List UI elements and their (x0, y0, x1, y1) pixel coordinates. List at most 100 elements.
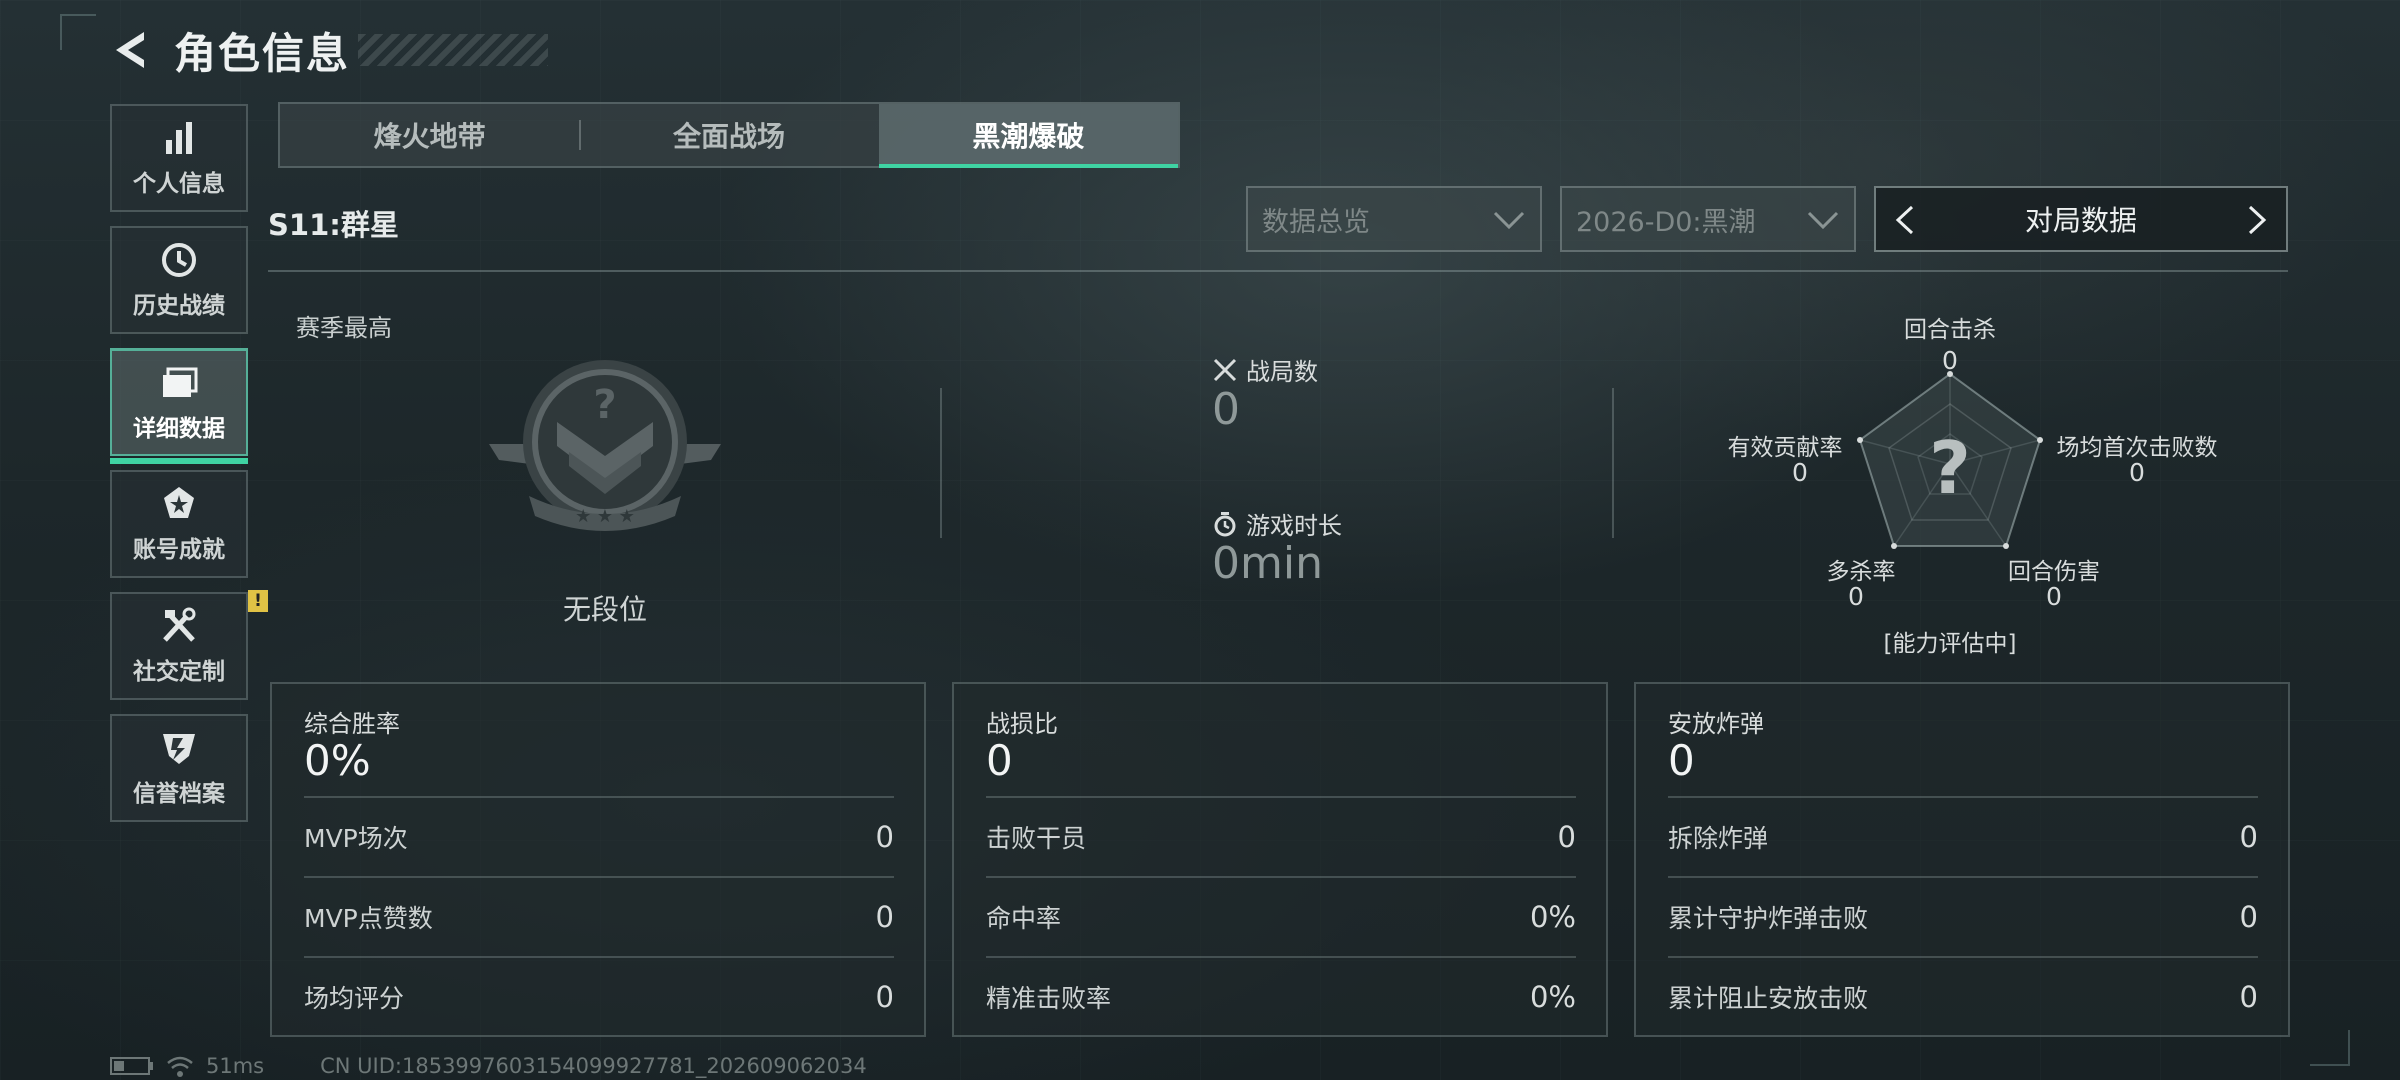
user-uid: CN UID:1853997603154099927781_2026090620… (320, 1054, 867, 1078)
crossed-swords-icon (1213, 358, 1237, 381)
stat-row-label: 场均评分 (304, 984, 405, 1013)
tab-black-tide-demolition[interactable]: 黑潮爆破 (878, 104, 1179, 168)
card-main-value: 0 (1668, 736, 1695, 785)
frame-corner-top-left (60, 14, 96, 50)
stats-card-bomb-plant: 安放炸弹 0 拆除炸弹 0 累计守护炸弹击败 0 累计阻止安放击败 0 (1634, 682, 2290, 1037)
stat-row: 累计守护炸弹击败 0 (1668, 876, 2258, 956)
stat-row-label: 精准击败率 (986, 984, 1112, 1013)
stats-card-kd-ratio: 战损比 0 击败干员 0 命中率 0% 精准击败率 0% (952, 682, 1608, 1037)
season-mode-dropdown[interactable]: 2026-D0:黑潮 (1560, 186, 1856, 252)
tab-beacon-zone[interactable]: 烽火地带 (280, 104, 579, 166)
chevron-right-icon[interactable] (2242, 204, 2272, 236)
radar-label-contribution: 有效贡献率 (1727, 435, 1843, 461)
stat-row-label: 累计阻止安放击败 (1668, 984, 1869, 1013)
sidebar: 个人信息 历史战绩 详细数据 账号成就 社交定制 ! 信誉档案 (110, 104, 268, 836)
stat-row-label: MVP场次 (304, 824, 408, 853)
svg-text:★ ★ ★: ★ ★ ★ (575, 506, 635, 527)
radar-label-round-damage: 回合伤害 (2008, 559, 2100, 585)
sidebar-item-detailed-data[interactable]: 详细数据 (110, 348, 248, 464)
sidebar-item-credit[interactable]: 信誉档案 (110, 714, 248, 822)
stat-row-value: 0 (1557, 820, 1576, 854)
data-overview-dropdown[interactable]: 数据总览 (1246, 186, 1542, 252)
data-type-pager: 对局数据 (1874, 186, 2288, 252)
bar-chart-icon (166, 122, 192, 154)
stat-row-value: 0 (2239, 820, 2258, 854)
title-decoration (358, 34, 549, 66)
sidebar-item-label: 详细数据 (133, 415, 225, 442)
achievement-badge-icon (164, 487, 194, 518)
sidebar-item-label: 个人信息 (133, 171, 225, 197)
playtime-value: 0min (1212, 538, 1323, 589)
column-divider (940, 388, 942, 538)
chevron-left-icon[interactable] (1890, 204, 1920, 236)
mode-tabs: 烽火地带 全面战场 黑潮爆破 (278, 102, 1180, 168)
season-label: S11:群星 (268, 208, 399, 242)
matches-label-text: 战局数 (1246, 358, 1318, 386)
matches-label: 战局数 (1212, 352, 1318, 387)
stat-row: 场均评分 0 (304, 956, 894, 1036)
radar-value-round-damage: 0 (2046, 582, 2062, 611)
stats-card-win-rate: 综合胜率 0% MVP场次 0 MVP点赞数 0 场均评分 0 (270, 682, 926, 1037)
sidebar-item-achievements[interactable]: 账号成就 (110, 470, 248, 578)
stat-row-value: 0 (2239, 900, 2258, 934)
dropdown-value: 2026-D0:黑潮 (1576, 206, 1756, 238)
radar-status: [能力评估中] (1883, 631, 2017, 657)
stat-row: 击败干员 0 (986, 796, 1576, 876)
sidebar-item-personal-info[interactable]: 个人信息 (110, 104, 248, 212)
stat-row-label: 击败干员 (986, 824, 1087, 853)
stat-row-label: 命中率 (986, 904, 1062, 933)
section-divider (268, 270, 2288, 272)
radar-value-round-kills: 0 (1942, 346, 1958, 375)
radar-value-first-kills: 0 (2129, 458, 2145, 487)
sidebar-item-label: 历史战绩 (133, 293, 225, 319)
stat-row: 命中率 0% (986, 876, 1576, 956)
stat-row-value: 0% (1529, 980, 1576, 1014)
sidebar-item-label: 社交定制 (133, 659, 225, 685)
stat-row-value: 0 (875, 900, 894, 934)
tab-all-out-war[interactable]: 全面战场 (579, 104, 878, 166)
page-title: 角色信息 (174, 28, 351, 78)
column-divider (1612, 388, 1614, 538)
radar-value-multi-kill: 0 (1848, 582, 1864, 611)
stat-row-label: 拆除炸弹 (1668, 824, 1769, 853)
chevron-down-icon (1807, 211, 1839, 230)
stat-row-value: 0 (875, 980, 894, 1014)
sidebar-item-history[interactable]: 历史战绩 (110, 226, 248, 334)
ping-value: 51ms (206, 1054, 265, 1078)
battery-icon (110, 1057, 153, 1075)
folder-icon (163, 367, 198, 397)
radar-center-mark: ? (1929, 426, 1971, 510)
stat-row-label: MVP点赞数 (304, 904, 433, 933)
svg-text:?: ? (593, 382, 616, 428)
season-best-label: 赛季最高 (296, 314, 392, 342)
dropdown-value: 数据总览 (1262, 206, 1370, 238)
radar-label-first-kills: 场均首次击败数 (2056, 435, 2218, 461)
stat-row: 精准击败率 0% (986, 956, 1576, 1036)
wifi-icon (167, 1056, 193, 1077)
stat-row-value: 0% (1529, 900, 1576, 934)
stat-row: MVP场次 0 (304, 796, 894, 876)
tools-icon (163, 607, 196, 642)
playtime-label-text: 游戏时长 (1246, 512, 1342, 540)
radar-value-contribution: 0 (1792, 458, 1808, 487)
rank-emblem-icon: ? ★ ★ ★ (489, 360, 721, 531)
stat-row-label: 累计守护炸弹击败 (1668, 904, 1869, 933)
sidebar-item-label: 信誉档案 (133, 781, 225, 807)
history-clock-icon (162, 243, 196, 277)
sidebar-item-social[interactable]: 社交定制 ! (110, 590, 268, 700)
sidebar-item-label: 账号成就 (133, 537, 225, 563)
stopwatch-icon (1214, 511, 1236, 536)
card-main-value: 0% (304, 736, 371, 785)
card-title: 安放炸弹 (1668, 710, 1764, 738)
card-main-value: 0 (986, 736, 1013, 785)
ability-radar: ? 回合击杀 0 场均首次击败数 0 回合伤害 0 多杀率 0 有效贡献率 0 … (1720, 310, 2218, 657)
stat-row: 累计阻止安放击败 0 (1668, 956, 2258, 1036)
stat-row-value: 0 (2239, 980, 2258, 1014)
back-arrow-icon[interactable] (110, 28, 154, 72)
card-title: 战损比 (986, 710, 1058, 738)
stat-row: MVP点赞数 0 (304, 876, 894, 956)
radar-label-round-kills: 回合击杀 (1904, 317, 1996, 343)
page-header: 角色信息 (110, 20, 549, 80)
credit-shield-icon (163, 734, 195, 764)
matches-value: 0 (1212, 384, 1240, 435)
